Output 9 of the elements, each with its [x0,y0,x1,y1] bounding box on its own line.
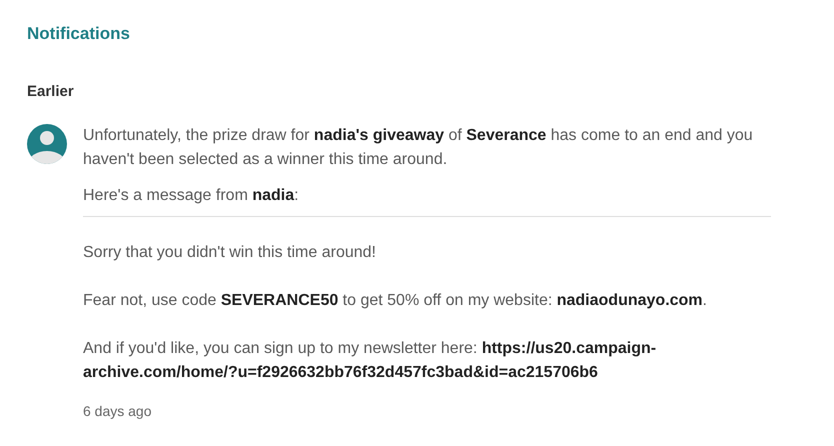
message-paragraph: And if you'd like, you can sign up to my newsletter here: https://us20.campaign-archive.com/home/?u=f2926632bb76f32d457fc3bad&id=ac215706b6 [83,339,658,383]
message-paragraph: Fear not, use code SEVERANCE50 to get 50% off on my website: nadiaodunayo.com. [83,291,708,311]
page-title: Notifications [27,23,131,45]
avatar-icon [27,124,67,164]
message-intro: Here's a message from nadia: [83,184,771,217]
timestamp: 6 days ago [83,402,152,421]
section-heading: Earlier [27,82,75,102]
message-paragraph: Sorry that you didn't win this time around! [83,243,377,263]
notification-text: Unfortunately, the prize draw for nadia's giveaway of Severance has come to an end and you haven't been selected as a winner this time around. [83,126,754,170]
